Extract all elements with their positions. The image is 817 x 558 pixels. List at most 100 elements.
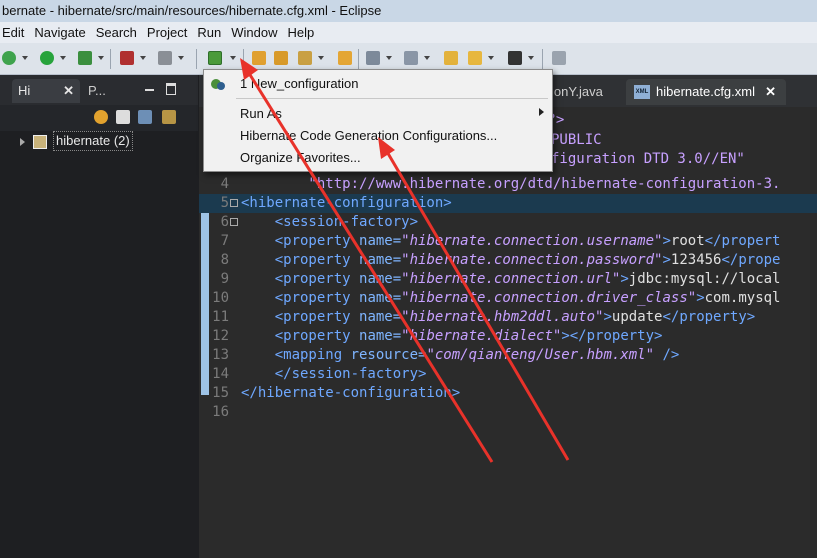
open-folder-icon[interactable] [252,51,266,65]
close-icon[interactable]: ✕ [63,79,74,103]
menu-run[interactable]: Run [195,22,229,43]
add-configuration-icon[interactable] [138,110,152,124]
code-line[interactable]: 14 </session-factory> [199,365,817,384]
window-title: bernate - hibernate/src/main/resources/h… [0,0,817,22]
back-dropdown-icon[interactable] [488,56,494,60]
code-line[interactable]: 10 <property name="hibernate.connection.… [199,289,817,308]
line-number: 15 [212,385,229,401]
code-line[interactable]: 9 <property name="hibernate.connection.u… [199,270,817,289]
code-text: <property name="hibernate.connection.pas… [241,251,781,270]
stop-icon[interactable] [120,51,134,65]
code-text: <mapping resource="com/qianfeng/User.hbm… [241,346,680,365]
tab-project-explorer[interactable]: P... [82,79,132,103]
code-text: <property name="hibernate.hbm2ddl.auto">… [241,308,755,327]
menu-search[interactable]: Search [94,22,145,43]
tab-hibernate-configurations[interactable]: Hi ✕ [12,79,80,103]
submenu-arrow-icon [539,108,544,116]
tab-hibernate-cfg-xml[interactable]: XML hibernate.cfg.xml ✕ [626,79,786,105]
code-text: <property name="hibernate.connection.use… [241,232,781,251]
code-lines[interactable]: 4 "http://www.hibernate.org/dtd/hibernat… [199,175,817,422]
collapse-all-icon[interactable] [116,110,130,124]
next-annotation-dropdown-icon[interactable] [424,56,430,60]
code-token: name= [359,290,402,306]
code-line[interactable]: 7 <property name="hibernate.connection.u… [199,232,817,251]
project-tree: hibernate (2) [20,131,133,151]
hibernate-run-icon[interactable] [208,51,222,65]
code-token: <property [274,233,360,249]
annotation-dropdown-icon[interactable] [386,56,392,60]
menu-project[interactable]: Project [145,22,195,43]
code-line[interactable]: 5 <hibernate-configuration> [199,194,817,213]
stop-dropdown-icon[interactable] [140,56,146,60]
left-view-tabs: Hi ✕ P... [0,75,198,105]
debug-dropdown-icon[interactable] [22,56,28,60]
view-toolbar [0,105,198,131]
expand-arrow-icon[interactable] [20,137,25,146]
debug-icon[interactable] [2,51,16,65]
annotation-icon[interactable] [366,51,380,65]
menu-separator [236,98,548,99]
menu-edit[interactable]: Edit [0,22,32,43]
run-dropdown-icon[interactable] [60,56,66,60]
code-text: <hibernate-configuration> [241,194,452,213]
code-token: jdbc:mysql://local [628,271,781,287]
next-annotation-icon[interactable] [404,51,418,65]
menu-item-new-configuration[interactable]: 1 New_configuration [240,76,359,91]
code-token: "hibernate.connection.username" [401,233,663,249]
fold-toggle-icon[interactable] [230,199,238,207]
folder-icon[interactable] [338,51,352,65]
external-tools-dropdown-icon[interactable] [98,56,104,60]
fold-toggle-icon[interactable] [230,218,238,226]
run-icon[interactable] [40,51,54,65]
last-edit-icon[interactable] [444,51,458,65]
pencil-icon[interactable] [298,51,312,65]
code-line[interactable]: 13 <mapping resource="com/qianfeng/User.… [199,346,817,365]
code-line[interactable]: 11 <property name="hibernate.hbm2ddl.aut… [199,308,817,327]
code-token: <property [274,328,360,344]
tab-java-file[interactable]: ionY.java [551,79,603,105]
menu-window[interactable]: Window [229,22,285,43]
close-icon[interactable]: ✕ [765,79,776,105]
open-type-icon[interactable] [274,51,288,65]
code-line[interactable]: 4 "http://www.hibernate.org/dtd/hibernat… [199,175,817,194]
maximize-icon[interactable] [166,83,176,95]
code-token: "hibernate.dialect" [401,328,562,344]
hibernate-config-icon [210,76,226,92]
code-text: <session-factory> [241,213,418,232]
refresh-icon[interactable] [94,110,108,124]
hibernate-run-dropdown-icon[interactable] [230,56,236,60]
pin-icon[interactable] [552,51,566,65]
menu-navigate[interactable]: Navigate [32,22,93,43]
menu-item-run-as[interactable]: Run As [240,106,282,121]
tree-item[interactable]: hibernate (2) [53,131,133,151]
code-line[interactable]: 12 <property name="hibernate.dialect"></… [199,327,817,346]
code-line[interactable]: 16 [199,403,817,422]
code-line[interactable]: 6 <session-factory> [199,213,817,232]
minimize-icon[interactable] [145,89,154,91]
back-icon[interactable] [468,51,482,65]
code-line[interactable]: 8 <property name="hibernate.connection.p… [199,251,817,270]
code-token: </propert [704,233,781,249]
pencil-dropdown-icon[interactable] [318,56,324,60]
toolbar-separator [358,49,359,69]
edit-configuration-icon[interactable] [162,110,176,124]
code-line[interactable]: 15 </hibernate-configuration> [199,384,817,403]
menu-item-organize-favorites[interactable]: Organize Favorites... [240,150,361,165]
code-token: > [662,252,671,268]
server-icon[interactable] [158,51,172,65]
code-text: <property name="hibernate.dialect"></pro… [241,327,663,346]
menu-item-hibernate-code-generation[interactable]: Hibernate Code Generation Configurations… [240,128,497,143]
forward-dropdown-icon[interactable] [528,56,534,60]
forward-icon[interactable] [508,51,522,65]
menu-help[interactable]: Help [286,22,323,43]
server-dropdown-icon[interactable] [178,56,184,60]
code-token: name= [359,271,402,287]
line-number: 12 [212,328,229,344]
external-tools-icon[interactable] [78,51,92,65]
